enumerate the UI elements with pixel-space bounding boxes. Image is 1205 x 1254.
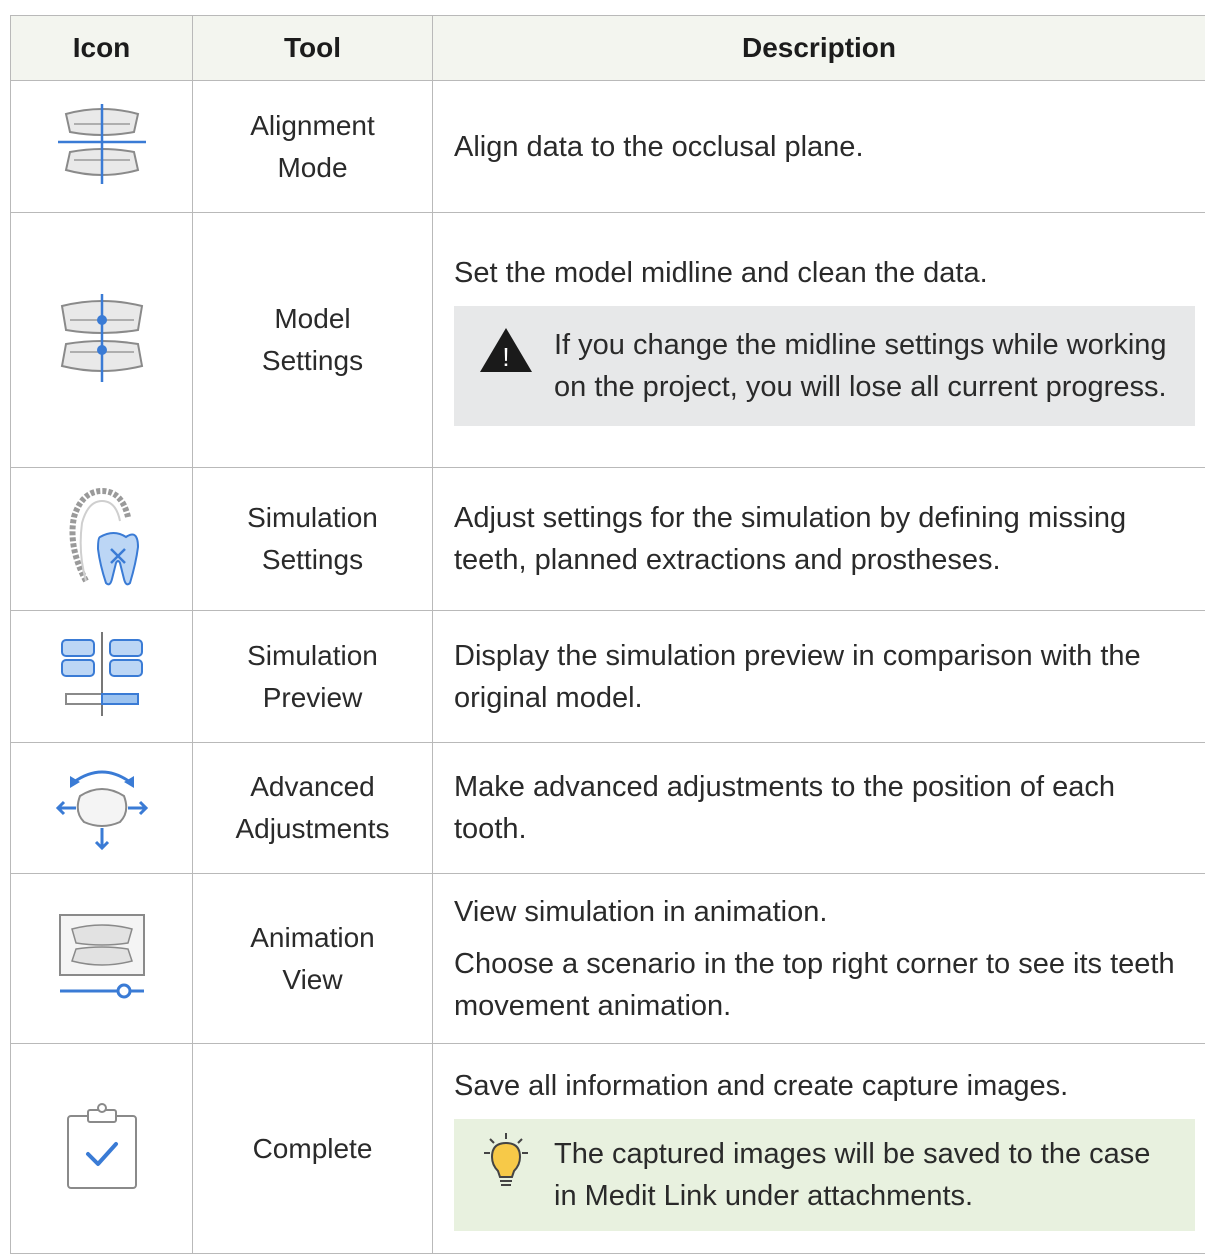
tool-name: Animation View: [228, 917, 398, 1001]
table-row: Model Settings Set the model midline and…: [11, 213, 1205, 468]
table-row: Simulation Settings Adjust settings for …: [11, 468, 1205, 611]
svg-text:!: !: [502, 342, 509, 372]
tip-text: The captured images will be saved to the…: [554, 1133, 1179, 1217]
description-text: Choose a scenario in the top right corne…: [454, 943, 1195, 1027]
tip-note: The captured images will be saved to the…: [454, 1119, 1195, 1231]
table-row: Animation View View simulation in animat…: [11, 874, 1205, 1044]
description-text: View simulation in animation.: [454, 891, 1195, 933]
description-text: Align data to the occlusal plane.: [454, 126, 1195, 168]
description-text: Make advanced adjustments to the positio…: [454, 766, 1195, 850]
model-settings-icon: [54, 294, 150, 382]
tool-name: Simulation Preview: [228, 635, 398, 719]
description-text: Set the model midline and clean the data…: [454, 252, 1195, 294]
animation-view-icon: [54, 911, 150, 1001]
tool-name: Alignment Mode: [228, 105, 398, 189]
table-row: Alignment Mode Align data to the occlusa…: [11, 81, 1205, 213]
simulation-settings-icon: [64, 487, 140, 587]
alignment-mode-icon: [54, 102, 150, 186]
warning-note: ! If you change the midline settings whi…: [454, 306, 1195, 426]
header-icon: Icon: [11, 16, 193, 81]
tools-table: Icon Tool Description Alignment Mode Ali…: [10, 15, 1205, 1254]
description-text: Save all information and create capture …: [454, 1065, 1195, 1107]
warning-icon: !: [478, 324, 534, 376]
table-row: Advanced Adjustments Make advanced adjus…: [11, 743, 1205, 874]
header-tool: Tool: [193, 16, 433, 81]
warning-text: If you change the midline settings while…: [554, 324, 1179, 408]
table-header-row: Icon Tool Description: [11, 16, 1205, 81]
advanced-adjustments-icon: [52, 760, 152, 852]
table-row: Simulation Preview Display the simulatio…: [11, 611, 1205, 743]
description-text: Display the simulation preview in compar…: [454, 635, 1195, 719]
tool-name: Simulation Settings: [228, 497, 398, 581]
simulation-preview-icon: [54, 630, 150, 718]
header-description: Description: [433, 16, 1205, 81]
description-text: Adjust settings for the simulation by de…: [454, 497, 1195, 581]
tool-name: Advanced Adjustments: [228, 766, 398, 850]
lightbulb-icon: [478, 1133, 534, 1193]
tool-name: Model Settings: [228, 298, 398, 382]
tool-name: Complete: [228, 1128, 398, 1170]
table-row: Complete Save all information and create…: [11, 1044, 1205, 1254]
complete-icon: [64, 1100, 140, 1192]
